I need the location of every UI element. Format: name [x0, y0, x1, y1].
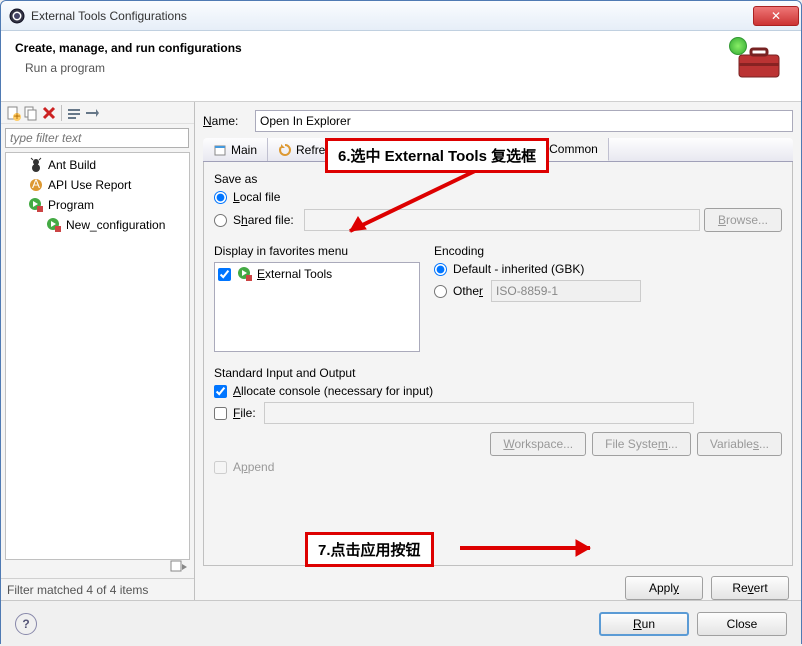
tab-content: Save as Local file Shared file: Browse..… — [203, 162, 793, 566]
header: Create, manage, and run configurations R… — [1, 31, 801, 102]
encoding-combo — [491, 280, 641, 302]
body: + Ant Build A API Use Report — [1, 102, 801, 600]
new-config-icon[interactable]: + — [5, 105, 21, 121]
arrow-6 — [325, 166, 485, 246]
header-title: Create, manage, and run configurations — [15, 41, 735, 55]
right-panel: Name: Main Refresh Build Environment Com… — [195, 102, 801, 600]
tree-item-program[interactable]: Program — [8, 195, 187, 215]
svg-text:A: A — [32, 177, 40, 191]
arrow-7 — [455, 534, 615, 564]
saveas-label: Save as — [214, 172, 782, 186]
favorites-label: Display in favorites menu — [214, 244, 420, 258]
program-icon — [46, 217, 62, 233]
external-tools-checkbox[interactable] — [218, 268, 231, 281]
delete-icon[interactable] — [41, 105, 57, 121]
refresh-icon — [278, 143, 292, 157]
favorites-item[interactable]: External Tools — [218, 266, 416, 282]
encoding-other-label[interactable]: Other — [453, 284, 483, 298]
favorites-item-label: External Tools — [257, 267, 332, 281]
tab-label: Common — [549, 142, 598, 156]
encoding-default-label[interactable]: Default - inherited (GBK) — [453, 262, 584, 276]
header-icon — [735, 41, 787, 93]
encoding-other-radio[interactable] — [434, 285, 447, 298]
footer: ? Run Close — [1, 600, 801, 646]
ant-icon — [28, 157, 44, 173]
encoding-label: Encoding — [434, 244, 782, 258]
header-subtitle: Run a program — [15, 61, 735, 75]
left-panel: + Ant Build A API Use Report — [1, 102, 195, 600]
tree-item-api[interactable]: A API Use Report — [8, 175, 187, 195]
expand-icon[interactable] — [66, 105, 82, 121]
run-button[interactable]: Run — [599, 612, 689, 636]
window-close-button[interactable]: ✕ — [753, 6, 799, 26]
tree-label: New_configuration — [66, 218, 165, 232]
apply-button[interactable]: Apply — [625, 576, 703, 600]
config-tree[interactable]: Ant Build A API Use Report Program New_c… — [5, 152, 190, 560]
main-icon — [213, 143, 227, 157]
name-input[interactable] — [255, 110, 793, 132]
close-button[interactable]: Close — [697, 612, 787, 636]
shared-file-label[interactable]: Shared file: — [233, 213, 294, 227]
help-button[interactable]: ? — [15, 613, 37, 635]
filesystem-button: File System... — [592, 432, 691, 456]
view-menu-icon — [170, 560, 188, 574]
annotation-6: 6.选中 External Tools 复选框 — [325, 138, 549, 173]
program-icon — [28, 197, 44, 213]
collapse-icon[interactable] — [84, 105, 100, 121]
tab-label: Main — [231, 143, 257, 157]
tree-label: Program — [48, 198, 94, 212]
browse-button: Browse... — [704, 208, 782, 232]
allocate-console-checkbox[interactable] — [214, 385, 227, 398]
tree-label: Ant Build — [48, 158, 96, 172]
filter-input[interactable] — [5, 128, 189, 148]
name-label: Name: — [203, 114, 249, 128]
app-icon — [9, 8, 25, 24]
filter-status: Filter matched 4 of 4 items — [1, 578, 194, 600]
append-label: Append — [233, 460, 274, 474]
svg-text:+: + — [13, 109, 20, 121]
annotation-7: 7.点击应用按钮 — [305, 532, 434, 567]
duplicate-icon[interactable] — [23, 105, 39, 121]
file-input — [264, 402, 694, 424]
append-checkbox — [214, 461, 227, 474]
left-toolbar: + — [1, 102, 194, 124]
tree-item-ant[interactable]: Ant Build — [8, 155, 187, 175]
allocate-console-label[interactable]: Allocate console (necessary for input) — [233, 384, 433, 398]
separator — [61, 105, 62, 121]
run-icon — [729, 37, 747, 55]
view-menu[interactable] — [1, 560, 194, 578]
variables-button: Variables... — [697, 432, 782, 456]
favorites-list[interactable]: External Tools — [214, 262, 420, 352]
local-file-label[interactable]: Local file — [233, 190, 280, 204]
dialog-window: External Tools Configurations ✕ Create, … — [0, 0, 802, 644]
file-checkbox[interactable] — [214, 407, 227, 420]
window-title: External Tools Configurations — [31, 9, 753, 23]
program-icon — [237, 266, 253, 282]
revert-button[interactable]: Revert — [711, 576, 789, 600]
workspace-button: Workspace... — [490, 432, 586, 456]
shared-file-radio[interactable] — [214, 214, 227, 227]
local-file-radio[interactable] — [214, 191, 227, 204]
titlebar[interactable]: External Tools Configurations ✕ — [1, 1, 801, 31]
encoding-default-radio[interactable] — [434, 263, 447, 276]
file-label[interactable]: File: — [233, 406, 256, 420]
api-icon: A — [28, 177, 44, 193]
tree-item-newconfig[interactable]: New_configuration — [8, 215, 187, 235]
tab-main[interactable]: Main — [203, 138, 268, 161]
tree-label: API Use Report — [48, 178, 131, 192]
stdio-label: Standard Input and Output — [214, 366, 782, 380]
